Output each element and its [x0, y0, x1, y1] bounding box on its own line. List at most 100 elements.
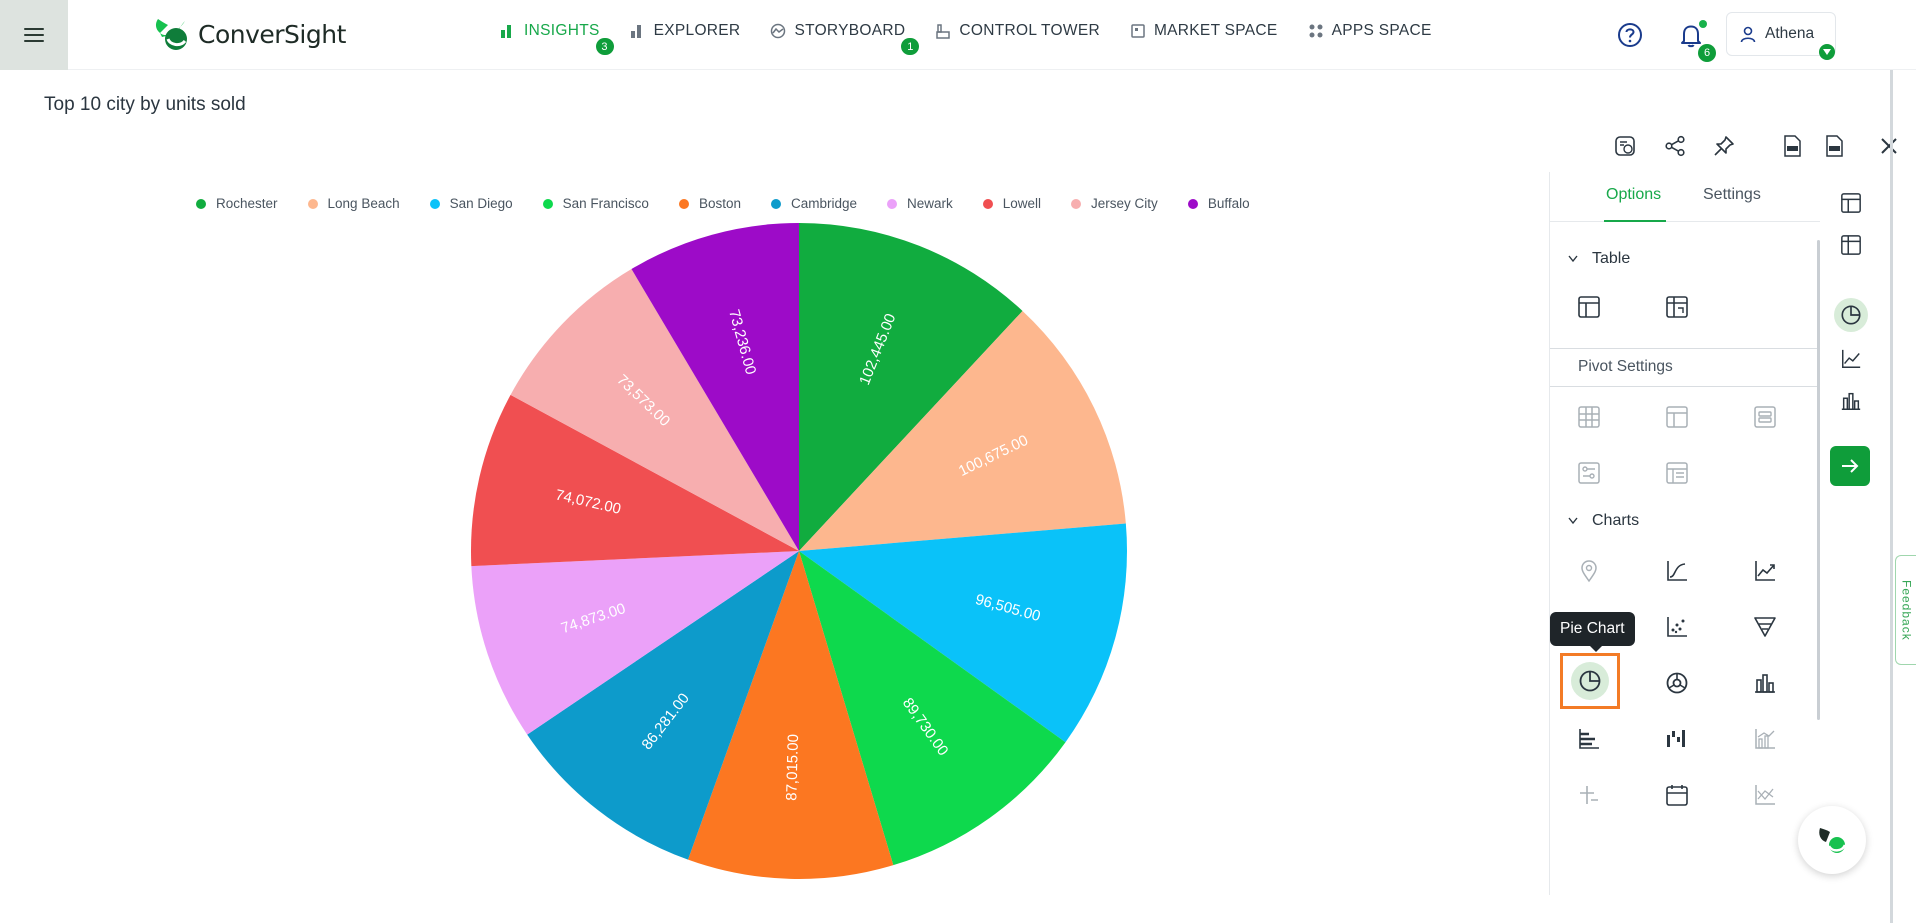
table-button[interactable] — [1572, 290, 1606, 324]
legend-item[interactable]: Newark — [887, 196, 953, 211]
donut-chart-icon — [1666, 672, 1688, 694]
nav-insights[interactable]: INSIGHTS 3 — [500, 22, 614, 55]
legend-swatch — [770, 198, 781, 209]
legend-label: Jersey City — [1091, 196, 1158, 211]
kpi-chart-button[interactable] — [1572, 778, 1606, 812]
xlsx-icon — [1826, 135, 1843, 157]
legend-label: Rochester — [216, 196, 278, 211]
control-tower-icon — [935, 23, 951, 39]
arrow-right-icon — [1842, 459, 1859, 473]
sql-icon — [1615, 136, 1635, 156]
nav-apps-space-label: APPS SPACE — [1331, 22, 1432, 39]
legend-swatch — [887, 198, 897, 209]
pivot-layout-button[interactable] — [1660, 400, 1694, 434]
pivot-table-button[interactable] — [1660, 290, 1694, 324]
main-nav: INSIGHTS 3 EXPLORER STORYBOARD 1 CONTROL… — [500, 22, 1462, 55]
pdf-icon — [1784, 135, 1801, 157]
legend-item[interactable]: Buffalo — [1187, 196, 1250, 211]
app-logo[interactable]: ConverSight — [152, 14, 346, 54]
plus-minus-icon — [1580, 786, 1598, 804]
legend-label: Lowell — [1002, 196, 1042, 211]
legend-item[interactable]: Long Beach — [307, 196, 400, 211]
divider — [1550, 386, 1820, 387]
table-section-header[interactable]: Table — [1568, 250, 1630, 268]
legend-label: Newark — [907, 196, 953, 211]
pivot-rows-button[interactable] — [1748, 400, 1782, 434]
rail-table-button[interactable] — [1834, 186, 1868, 220]
tab-settings[interactable]: Settings — [1703, 186, 1761, 204]
charts-section-header[interactable]: Charts — [1568, 512, 1639, 530]
legend-swatch — [542, 198, 553, 209]
pivot-settings-label: Pivot Settings — [1578, 358, 1673, 375]
rail-pie-button[interactable] — [1834, 298, 1868, 332]
pivot-filters-button[interactable] — [1572, 456, 1606, 490]
sql-view-button[interactable] — [1612, 133, 1638, 159]
map-chart-button[interactable] — [1572, 554, 1606, 588]
legend-item[interactable]: San Diego — [429, 196, 513, 211]
rail-pivot-button[interactable] — [1834, 228, 1868, 262]
legend-label: Cambridge — [790, 196, 857, 211]
pie-chart-button[interactable] — [1560, 653, 1620, 709]
line-chart-icon — [1755, 561, 1775, 581]
line-chart-button[interactable] — [1748, 554, 1782, 588]
area-combo-chart-button[interactable] — [1748, 778, 1782, 812]
rail-next-button[interactable] — [1830, 446, 1870, 486]
calendar-chart-button[interactable] — [1660, 778, 1694, 812]
scatter-chart-button[interactable] — [1660, 610, 1694, 644]
share-button[interactable] — [1662, 133, 1688, 159]
nav-control-tower[interactable]: CONTROL TOWER — [935, 22, 1100, 40]
nav-storyboard[interactable]: STORYBOARD 1 — [770, 22, 920, 55]
funnel-chart-button[interactable] — [1748, 610, 1782, 644]
assistant-chat-button[interactable] — [1798, 806, 1866, 874]
chart-legend: Rochester Long Beach San Diego San Francisc… — [196, 196, 1280, 211]
legend-item[interactable]: Cambridge — [770, 196, 857, 211]
rail-line-button[interactable] — [1834, 342, 1868, 376]
legend-item[interactable]: Lowell — [982, 196, 1042, 211]
nav-explorer[interactable]: EXPLORER — [630, 22, 741, 40]
legend-item[interactable]: Jersey City — [1071, 196, 1158, 211]
nav-apps-space[interactable]: APPS SPACE — [1308, 22, 1432, 40]
legend-item[interactable]: Boston — [678, 196, 741, 211]
export-pdf-button[interactable] — [1779, 133, 1805, 159]
legend-swatch — [678, 198, 689, 209]
chevron-down-icon — [1568, 255, 1578, 263]
menu-button[interactable] — [0, 0, 68, 70]
column-chart-button[interactable] — [1748, 666, 1782, 700]
horizontal-bar-chart-button[interactable] — [1572, 722, 1606, 756]
tab-options[interactable]: Options — [1606, 186, 1661, 204]
spline-chart-button[interactable] — [1660, 554, 1694, 588]
notification-count: 6 — [1698, 44, 1716, 62]
combo-chart-button[interactable] — [1748, 722, 1782, 756]
pie-chart-tooltip: Pie Chart — [1550, 612, 1635, 652]
legend-label: Long Beach — [327, 196, 400, 211]
waterfall-chart-button[interactable] — [1660, 722, 1694, 756]
page-scrollbar[interactable] — [1890, 70, 1893, 923]
legend-item[interactable]: Rochester — [196, 196, 278, 211]
export-excel-button[interactable] — [1821, 133, 1847, 159]
notification-dot — [1699, 20, 1707, 28]
app-name: ConverSight — [198, 19, 346, 49]
legend-label: Boston — [698, 196, 741, 211]
bar-chart-icon — [630, 23, 646, 39]
caret-down-icon[interactable] — [1819, 44, 1835, 60]
pivot-list-button[interactable] — [1660, 456, 1694, 490]
chevron-down-icon — [1568, 517, 1578, 525]
panel-scrollbar[interactable] — [1817, 240, 1820, 720]
legend-swatch — [1071, 198, 1082, 209]
filters-icon — [1578, 462, 1600, 484]
help-icon[interactable] — [1617, 22, 1643, 48]
close-button[interactable] — [1876, 133, 1902, 159]
rail-column-button[interactable] — [1834, 384, 1868, 418]
legend-swatch — [196, 198, 206, 209]
area-chart-icon — [1755, 785, 1775, 805]
panel-tabs: Options Settings — [1550, 172, 1820, 222]
feedback-tab[interactable]: Feedback — [1895, 555, 1916, 665]
combo-chart-icon — [1755, 729, 1775, 749]
legend-swatch — [307, 198, 318, 209]
nav-market-space-label: MARKET SPACE — [1153, 22, 1278, 39]
nav-market-space[interactable]: MARKET SPACE — [1130, 22, 1278, 40]
pin-button[interactable] — [1711, 133, 1737, 159]
legend-item[interactable]: San Francisco — [542, 196, 649, 211]
pivot-grid-button[interactable] — [1572, 400, 1606, 434]
donut-chart-button[interactable] — [1660, 666, 1694, 700]
